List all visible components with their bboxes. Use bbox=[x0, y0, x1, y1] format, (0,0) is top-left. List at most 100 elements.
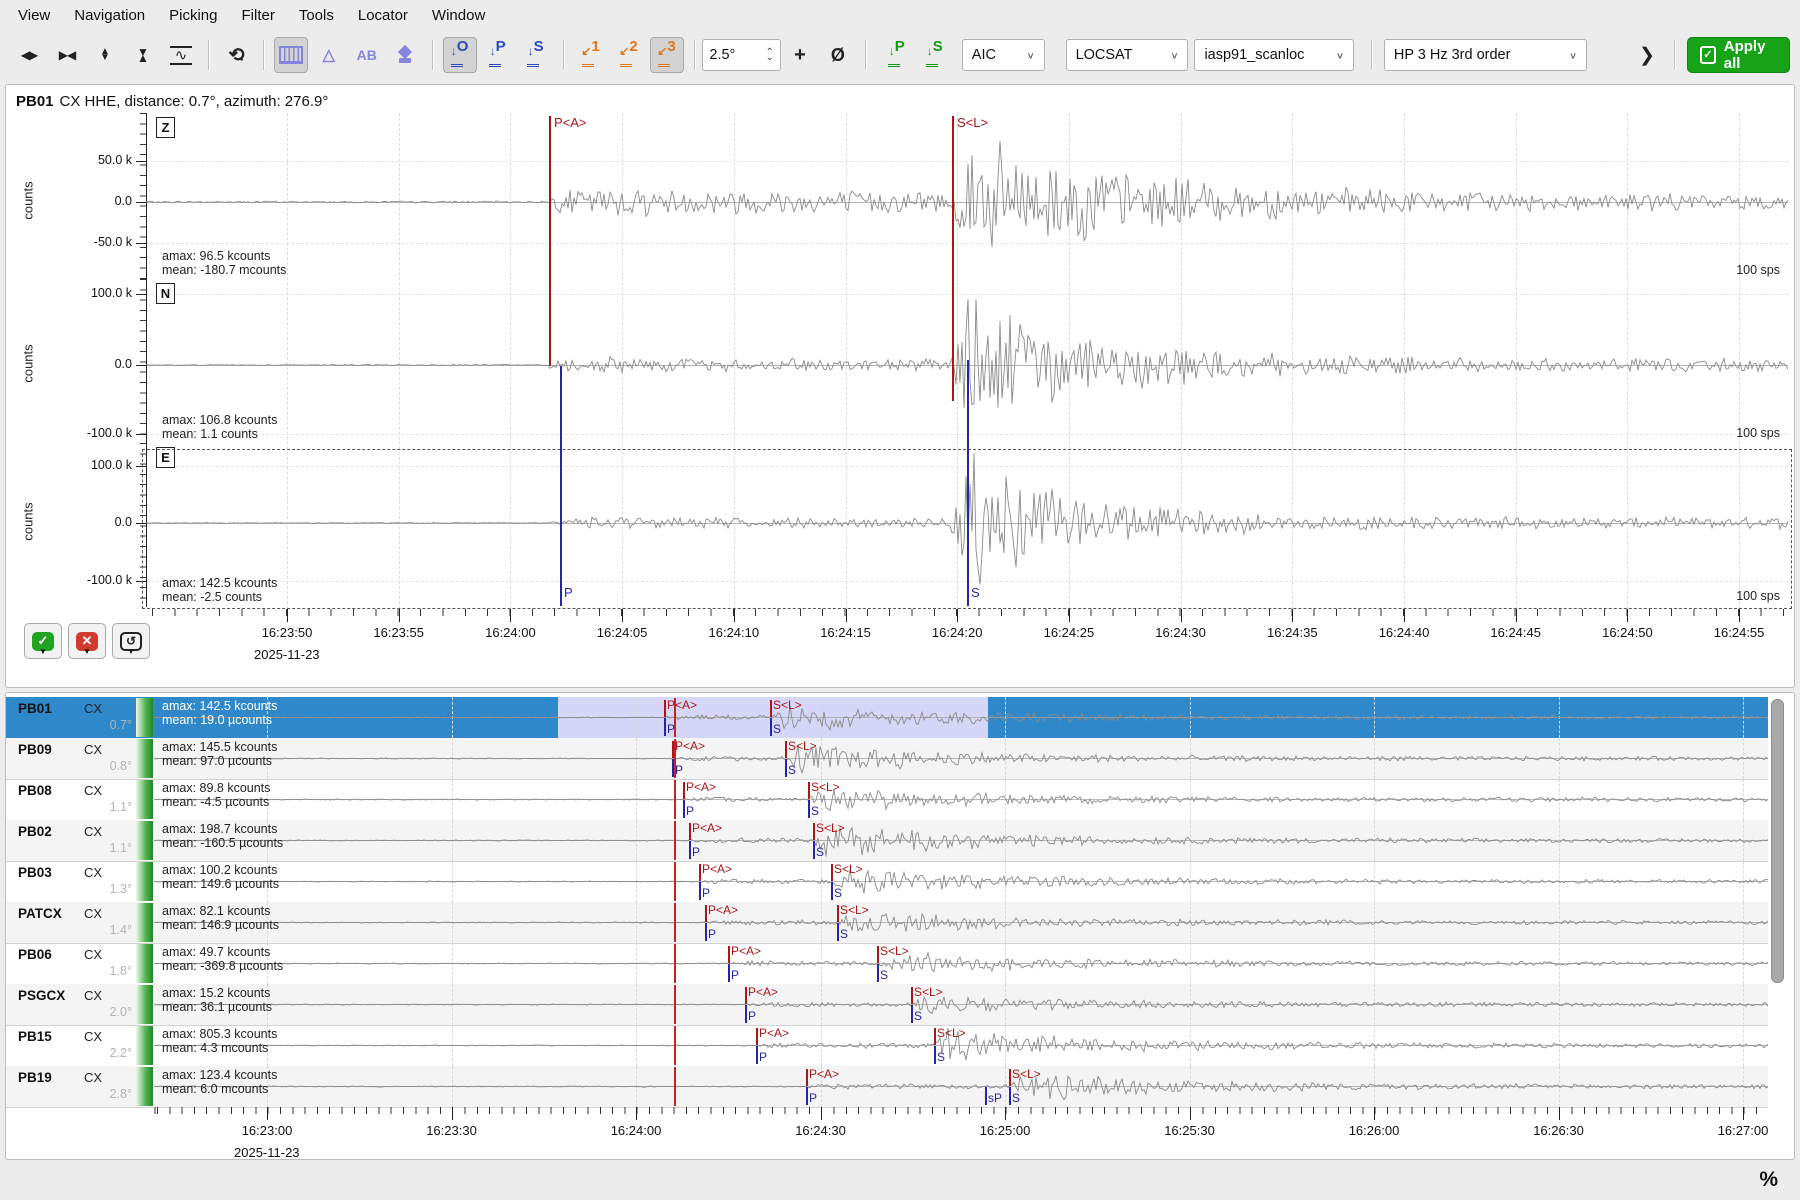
ab-amplitude-icon[interactable]: AB bbox=[350, 37, 384, 73]
s-manual-pick-line[interactable] bbox=[911, 1005, 913, 1023]
row-trace-area[interactable]: P<A>PS<L>Samax: 805.3 kcountsmean: 4.3 m… bbox=[154, 1025, 1768, 1066]
s-manual-pick-line[interactable] bbox=[808, 800, 810, 818]
row-trace-area[interactable]: P<A>PS<L>Samax: 89.8 kcountsmean: -4.5 µ… bbox=[154, 779, 1768, 820]
waveform-limits-icon[interactable]: ∿ bbox=[164, 37, 198, 73]
p-manual-pick-line[interactable] bbox=[672, 759, 674, 777]
hourglass-icon[interactable]: ▼▲ bbox=[126, 37, 160, 73]
s-auto-pick-line[interactable] bbox=[911, 987, 913, 1004]
p-manual-pick-line[interactable] bbox=[745, 1005, 747, 1023]
s-auto-pick-line[interactable] bbox=[1009, 1069, 1011, 1086]
locator-dropdown[interactable]: LOCSAT∨ bbox=[1066, 39, 1189, 71]
s-auto-pick-line[interactable] bbox=[831, 864, 833, 881]
row-trace-area[interactable]: P<A>PS<L>Samax: 100.2 kcountsmean: 149.6… bbox=[154, 861, 1768, 902]
goto-s-pick-icon[interactable]: ↓S bbox=[918, 37, 952, 73]
p-manual-pick-line[interactable] bbox=[683, 800, 685, 818]
hide-traces-icon[interactable]: Ø bbox=[821, 37, 855, 73]
p-auto-pick-line[interactable] bbox=[672, 741, 674, 758]
row-trace-area[interactable]: P<A>PS<L>Samax: 15.2 kcountsmean: 36.1 µ… bbox=[154, 984, 1768, 1025]
menu-filter[interactable]: Filter bbox=[230, 2, 287, 29]
station-row-PB08[interactable]: PB08CX1.1°P<A>PS<L>Samax: 89.8 kcountsme… bbox=[6, 779, 1768, 821]
row-trace-area[interactable]: P<A>PS<L>Samax: 82.1 kcountsmean: 146.9 … bbox=[154, 902, 1768, 943]
p-auto-pick-line[interactable] bbox=[699, 864, 701, 881]
s-manual-pick-line[interactable] bbox=[934, 1046, 936, 1064]
station-row-PB19[interactable]: PB19CX2.8°P<A>PsPS<L>Samax: 123.4 kcount… bbox=[6, 1066, 1768, 1108]
apply-all-button[interactable]: ✓ Apply all bbox=[1687, 37, 1790, 73]
station-row-PSGCX[interactable]: PSGCXCX2.0°P<A>PS<L>Samax: 15.2 kcountsm… bbox=[6, 984, 1768, 1026]
s-manual-pick-line[interactable] bbox=[967, 360, 969, 606]
uncertainty-2-icon[interactable]: ↙2 bbox=[612, 37, 646, 73]
s-auto-pick-line[interactable] bbox=[770, 700, 772, 717]
p-auto-pick-line[interactable] bbox=[745, 987, 747, 1004]
menu-picking[interactable]: Picking bbox=[157, 2, 229, 29]
uncertainty-1-icon[interactable]: ↙1 bbox=[574, 37, 608, 73]
s-auto-pick-line[interactable] bbox=[785, 741, 787, 758]
p-manual-pick-line[interactable] bbox=[728, 964, 730, 982]
station-row-PB01[interactable]: PB01CX0.7°P<A>PS<L>Samax: 142.5 kcountsm… bbox=[6, 697, 1768, 739]
angle-spinbox[interactable]: 2.5° ⌃⌄ bbox=[702, 39, 781, 71]
station-row-PB09[interactable]: PB09CX0.8°P<A>PS<L>Samax: 145.5 kcountsm… bbox=[6, 738, 1768, 780]
ruler-tool-icon[interactable] bbox=[274, 37, 308, 73]
undo-pick-button[interactable]: ↺▼ bbox=[112, 623, 150, 659]
goto-p-pick-icon[interactable]: ↓P bbox=[880, 37, 914, 73]
s-manual-pick-line[interactable] bbox=[877, 964, 879, 982]
expand-horizontal-icon[interactable]: ◀▶ bbox=[12, 37, 46, 73]
pick-p-mode-icon[interactable]: ↓P bbox=[481, 37, 515, 73]
station-row-PB03[interactable]: PB03CX1.3°P<A>PS<L>Samax: 100.2 kcountsm… bbox=[6, 861, 1768, 903]
s-auto-pick-line[interactable] bbox=[837, 905, 839, 922]
p-manual-pick-line[interactable] bbox=[705, 923, 707, 941]
sp-pick-line[interactable] bbox=[985, 1087, 987, 1105]
menu-locator[interactable]: Locator bbox=[346, 2, 420, 29]
reject-pick-button[interactable]: ✕▼ bbox=[68, 623, 106, 659]
menu-tools[interactable]: Tools bbox=[287, 2, 346, 29]
menu-navigation[interactable]: Navigation bbox=[62, 2, 157, 29]
expand-vertical-icon[interactable]: ▲▼ bbox=[88, 37, 122, 73]
graduation-cap-icon[interactable] bbox=[388, 37, 422, 73]
confirm-pick-button[interactable]: ✓▼ bbox=[24, 623, 62, 659]
p-manual-pick-line[interactable] bbox=[689, 841, 691, 859]
triangle-tool-icon[interactable]: △ bbox=[312, 37, 346, 73]
spinbox-arrows-icon[interactable]: ⌃⌄ bbox=[766, 50, 774, 60]
p-manual-pick-line[interactable] bbox=[560, 366, 562, 606]
s-auto-pick-line[interactable] bbox=[934, 1028, 936, 1045]
row-trace-area[interactable]: P<A>PS<L>Samax: 198.7 kcountsmean: -160.… bbox=[154, 820, 1768, 861]
menu-view[interactable]: View bbox=[6, 2, 62, 29]
p-auto-pick-line[interactable] bbox=[756, 1028, 758, 1045]
toolbar-overflow-chevron[interactable]: ❯ bbox=[1630, 37, 1664, 73]
row-trace-area[interactable]: P<A>PsPS<L>Samax: 123.4 kcountsmean: 6.0… bbox=[154, 1066, 1768, 1107]
s-manual-pick-line[interactable] bbox=[813, 841, 815, 859]
filter-dropdown[interactable]: HP 3 Hz 3rd order∨ bbox=[1384, 39, 1587, 71]
station-row-PATCX[interactable]: PATCXCX1.4°P<A>PS<L>Samax: 82.1 kcountsm… bbox=[6, 902, 1768, 944]
add-icon[interactable]: + bbox=[783, 37, 817, 73]
p-auto-pick-line[interactable] bbox=[664, 700, 666, 717]
vertical-scrollbar[interactable] bbox=[1771, 699, 1784, 983]
s-manual-pick-line[interactable] bbox=[831, 882, 833, 900]
menu-window[interactable]: Window bbox=[420, 2, 497, 29]
p-manual-pick-line[interactable] bbox=[664, 718, 666, 736]
collapse-horizontal-icon[interactable]: ▶◀ bbox=[50, 37, 84, 73]
p-auto-pick-line[interactable] bbox=[683, 782, 685, 799]
p-manual-pick-line[interactable] bbox=[699, 882, 701, 900]
pick-s-mode-icon[interactable]: ↓S bbox=[519, 37, 553, 73]
p-auto-pick-line[interactable] bbox=[806, 1069, 808, 1086]
s-manual-pick-line[interactable] bbox=[785, 759, 787, 777]
locator-profile-dropdown[interactable]: iasp91_scanloc∨ bbox=[1194, 39, 1354, 71]
station-row-PB06[interactable]: PB06CX1.8°P<A>PS<L>Samax: 49.7 kcountsme… bbox=[6, 943, 1768, 985]
station-row-PB02[interactable]: PB02CX1.1°P<A>PS<L>Samax: 198.7 kcountsm… bbox=[6, 820, 1768, 862]
picker-algorithm-dropdown[interactable]: AIC∨ bbox=[962, 39, 1045, 71]
row-trace-area[interactable]: P<A>PS<L>Samax: 145.5 kcountsmean: 97.0 … bbox=[154, 738, 1768, 779]
row-trace-area[interactable]: P<A>PS<L>Samax: 142.5 kcountsmean: 19.0 … bbox=[154, 697, 1768, 738]
s-manual-pick-line[interactable] bbox=[770, 718, 772, 736]
s-manual-pick-line[interactable] bbox=[837, 923, 839, 941]
p-auto-pick-line[interactable] bbox=[689, 823, 691, 840]
p-auto-pick-line[interactable] bbox=[549, 116, 551, 366]
s-auto-pick-line[interactable] bbox=[877, 946, 879, 963]
s-auto-pick-line[interactable] bbox=[952, 116, 954, 401]
s-auto-pick-line[interactable] bbox=[813, 823, 815, 840]
s-auto-pick-line[interactable] bbox=[808, 782, 810, 799]
p-manual-pick-line[interactable] bbox=[806, 1087, 808, 1105]
row-trace-area[interactable]: P<A>PS<L>Samax: 49.7 kcountsmean: -369.8… bbox=[154, 943, 1768, 984]
p-manual-pick-line[interactable] bbox=[756, 1046, 758, 1064]
s-manual-pick-line[interactable] bbox=[1009, 1087, 1011, 1105]
uncertainty-3-icon[interactable]: ↙3 bbox=[650, 37, 684, 73]
p-auto-pick-line[interactable] bbox=[728, 946, 730, 963]
